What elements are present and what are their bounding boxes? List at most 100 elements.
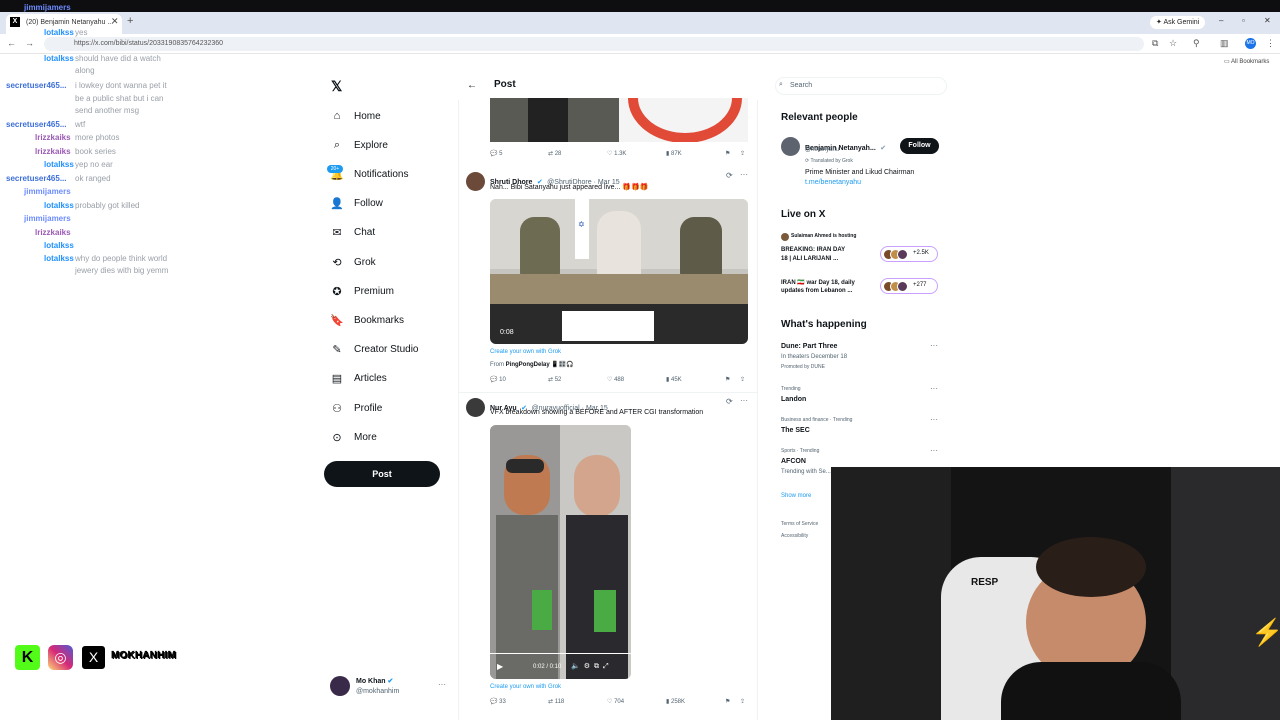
repost-button[interactable]: ⇄ 28	[548, 150, 561, 157]
nav-item-chat[interactable]: ✉ Chat	[330, 223, 375, 243]
back-arrow-icon[interactable]: ←	[467, 80, 477, 91]
bookmark-icon[interactable]: ⚑	[725, 376, 730, 383]
install-icon[interactable]: ⧉	[1152, 38, 1158, 49]
tweet1-more-icon[interactable]: ···	[740, 170, 748, 179]
like-button[interactable]: ♡ 704	[607, 698, 624, 705]
grok-icon[interactable]: ⟳	[726, 397, 733, 406]
tweet1-video[interactable]: ✡ 0:08	[490, 199, 748, 344]
grok-icon[interactable]: ⟳	[726, 171, 733, 180]
views-button[interactable]: ▮ 87K	[666, 150, 682, 157]
back-icon[interactable]: ←	[7, 38, 16, 48]
ask-gemini-button[interactable]: ✦ Ask Gemini	[1150, 16, 1206, 29]
x-home-logo-icon[interactable]: 𝕏	[331, 78, 342, 95]
reply-button[interactable]: 💬 5	[490, 150, 503, 157]
follow-button[interactable]: Follow	[900, 138, 939, 154]
trend-name[interactable]: Landon	[781, 396, 806, 403]
tweet2-more-icon[interactable]: ···	[740, 396, 748, 405]
chat-message: jewery dies with big yemm	[75, 266, 169, 275]
window-close-icon[interactable]: ✕	[1264, 16, 1271, 25]
tab-close-icon[interactable]: ✕	[111, 16, 119, 27]
trend-more-icon[interactable]: ···	[930, 341, 938, 350]
sidepanel-icon[interactable]: ▥	[1220, 38, 1229, 49]
home-icon: ⌂	[333, 110, 341, 122]
maximize-icon[interactable]: ▫	[1242, 16, 1245, 25]
reply-button[interactable]: 💬 10	[490, 376, 506, 383]
footer-accessibility[interactable]: Accessibility	[781, 533, 808, 539]
listener-count: +2.5K	[913, 250, 929, 256]
compose-post-button[interactable]: Post	[324, 461, 440, 487]
like-icon: ♡	[607, 377, 613, 383]
bookmark-icon[interactable]: ⚑	[725, 698, 730, 705]
person-bio: Prime Minister and Likud Chairman	[805, 169, 915, 176]
tweet1-from-name[interactable]: PingPongDelay	[506, 362, 550, 368]
tweet2-grok-link[interactable]: Create your own with Grok	[490, 684, 561, 690]
share-icon[interactable]: ⇪	[740, 150, 745, 157]
live-item-subtitle[interactable]: updates from Lebanon ...	[781, 288, 852, 294]
repost-button[interactable]: ⇄ 52	[548, 376, 561, 383]
all-bookmarks[interactable]: ▭ All Bookmarks	[1224, 58, 1269, 65]
share-icon[interactable]: ⇪	[740, 698, 745, 705]
post-image-right[interactable]	[619, 98, 748, 142]
account-menu-icon[interactable]: ···	[438, 680, 446, 689]
extensions-icon[interactable]: ⚲	[1193, 38, 1200, 49]
nav-item-profile[interactable]: ⚇ Profile	[330, 398, 382, 418]
search-placeholder: Search	[790, 82, 813, 89]
nav-item-follow[interactable]: 👤 Follow	[330, 194, 383, 214]
search-input[interactable]: Search	[775, 77, 947, 95]
nav-item-articles[interactable]: ▤ Articles	[330, 369, 387, 389]
trend-more-icon[interactable]: ···	[930, 384, 938, 393]
nav-item-creator-studio[interactable]: ✎ Creator Studio	[330, 340, 418, 360]
follow-icon: 👤	[330, 198, 344, 211]
views-button[interactable]: ▮ 45K	[666, 376, 682, 383]
trend-name[interactable]: Dune: Part Three	[781, 343, 837, 350]
chat-message: be a public shat but i can	[75, 94, 164, 103]
live-item-title[interactable]: BREAKING: IRAN DAY	[781, 247, 845, 253]
play-icon[interactable]: ▶	[497, 662, 503, 671]
tweet1-grok-link[interactable]: Create your own with Grok	[490, 349, 561, 355]
tweet2-avatar[interactable]	[466, 398, 485, 417]
trend-name[interactable]: The SEC	[781, 427, 810, 434]
bookmark-icon[interactable]: ⚑	[725, 150, 730, 157]
minimize-icon[interactable]: –	[1219, 16, 1223, 25]
live-item-title[interactable]: IRAN 🇮🇷 war Day 18, daily	[781, 279, 855, 286]
show-more-link[interactable]: Show more	[781, 493, 811, 499]
nav-item-explore[interactable]: ⌕ Explore	[330, 135, 388, 155]
profile-icon: ⚇	[332, 402, 342, 415]
menu-dots-icon[interactable]: ⋮	[1266, 38, 1275, 49]
account-avatar[interactable]	[330, 676, 350, 696]
bookmark-star-icon[interactable]: ☆	[1169, 38, 1177, 49]
trend-more-icon[interactable]: ···	[930, 415, 938, 424]
reply-button[interactable]: 💬 33	[490, 698, 506, 705]
trend-more-icon[interactable]: ···	[930, 446, 938, 455]
url-field[interactable]: https://x.com/bibi/status/20331908357642…	[44, 37, 1144, 51]
nav-item-grok[interactable]: ⟲ Grok	[330, 252, 375, 272]
like-button[interactable]: ♡ 1.3K	[607, 150, 626, 157]
post-image-left[interactable]	[490, 98, 619, 142]
person-link[interactable]: t.me/benetanyahu	[805, 179, 861, 186]
video-controls-icons[interactable]: 🔈⚙⧉⤢	[571, 662, 613, 671]
tweet1-avatar[interactable]	[466, 172, 485, 191]
new-tab-icon[interactable]: +	[127, 15, 133, 27]
profile-avatar[interactable]: MO	[1245, 38, 1256, 49]
live-listeners-pill[interactable]: +277	[880, 278, 938, 294]
footer-terms[interactable]: Terms of Service	[781, 521, 818, 527]
live-item-subtitle[interactable]: 18 | ALI LARIJANI ...	[781, 256, 838, 262]
nav-item-bookmarks[interactable]: 🔖 Bookmarks	[330, 310, 404, 330]
like-icon: ♡	[607, 699, 613, 705]
grok-icon: ⟲	[332, 256, 342, 269]
share-icon[interactable]: ⇪	[740, 376, 745, 383]
forward-icon[interactable]: →	[25, 38, 34, 48]
nav-item-label: Creator Studio	[354, 344, 419, 356]
live-listeners-pill[interactable]: +2.5K	[880, 246, 938, 262]
nav-item-label: Chat	[354, 227, 376, 239]
nav-item-premium[interactable]: ✪ Premium	[330, 281, 394, 301]
nav-item-home[interactable]: ⌂ Home	[330, 106, 381, 126]
tweet2-video[interactable]: ▶ 0:02 / 0:10 🔈⚙⧉⤢	[490, 425, 631, 679]
ask-gemini-label: Ask Gemini	[1163, 19, 1200, 26]
views-button[interactable]: ▮ 258K	[666, 698, 685, 705]
person-avatar[interactable]	[781, 137, 800, 156]
nav-item-more[interactable]: ⊙ More	[330, 427, 376, 447]
like-button[interactable]: ♡ 488	[607, 376, 624, 383]
repost-button[interactable]: ⇄ 118	[548, 698, 564, 705]
trend-name[interactable]: AFCON	[781, 458, 806, 465]
